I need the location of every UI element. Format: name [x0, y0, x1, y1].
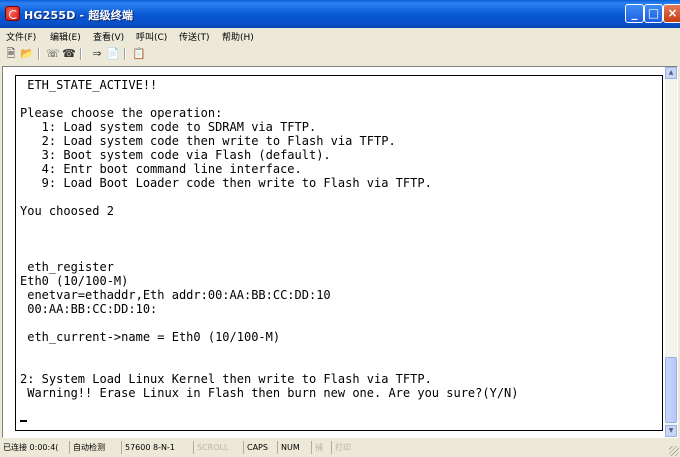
terminal-line: 2: Load system code then write to Flash …	[20, 134, 396, 148]
status-connection-time: 已连接 0:00:4(	[3, 443, 59, 452]
maximize-button[interactable]: □	[644, 4, 663, 23]
hyperterminal-app-icon[interactable]	[5, 6, 20, 21]
terminal-screen[interactable]: ETH_STATE_ACTIVE!! Please choose the ope…	[15, 75, 663, 431]
menu-edit[interactable]: 编辑(E)	[50, 30, 81, 43]
toolbar-separator	[38, 48, 40, 60]
new-icon[interactable]: 🗎	[4, 47, 18, 61]
menu-bar: 文件(F) 编辑(E) 查看(V) 呼叫(C) 传送(T) 帮助(H)	[0, 28, 680, 46]
receive-icon[interactable]: 📄	[106, 47, 120, 61]
window-title: HG255D - 超级终端	[24, 9, 134, 22]
terminal-line: 00:AA:BB:CC:DD:10:	[20, 302, 158, 316]
menu-transfer[interactable]: 传送(T)	[179, 30, 210, 43]
terminal-line: 3: Boot system code via Flash (default).	[20, 148, 331, 162]
resize-grip-icon[interactable]	[669, 446, 679, 456]
status-num: NUM	[277, 441, 303, 454]
status-port-settings: 57600 8-N-1	[121, 441, 178, 454]
terminal-line: enetvar=ethaddr,Eth addr:00:AA:BB:CC:DD:…	[20, 288, 331, 302]
call-icon[interactable]: ☎	[62, 47, 76, 61]
properties-icon[interactable]: 📋	[132, 47, 146, 61]
status-auto-detect: 自动检测	[69, 441, 108, 454]
status-bar: 已连接 0:00:4( 自动检测 57600 8-N-1 SCROLL CAPS…	[0, 439, 680, 457]
text-cursor	[20, 420, 27, 422]
terminal-area: ETH_STATE_ACTIVE!! Please choose the ope…	[2, 66, 678, 438]
scroll-up-arrow-icon[interactable]: ▲	[665, 67, 677, 79]
menu-view[interactable]: 查看(V)	[93, 30, 124, 43]
terminal-line: Please choose the operation:	[20, 106, 223, 120]
terminal-line: Eth0 (10/100-M)	[20, 274, 129, 288]
menu-call[interactable]: 呼叫(C)	[136, 30, 167, 43]
open-icon[interactable]: 📂	[20, 47, 34, 61]
title-bar: HG255D - 超级终端 _ □ ×	[0, 0, 680, 28]
terminal-line: 1: Load system code to SDRAM via TFTP.	[20, 120, 317, 134]
status-caps: CAPS	[243, 441, 271, 454]
vertical-scrollbar[interactable]: ▲ ▼	[665, 67, 677, 437]
status-print: 打印	[331, 441, 354, 454]
menu-help[interactable]: 帮助(H)	[222, 30, 254, 43]
scroll-down-arrow-icon[interactable]: ▼	[665, 425, 677, 437]
menu-file[interactable]: 文件(F)	[6, 30, 36, 43]
terminal-line: 4: Entr boot command line interface.	[20, 162, 302, 176]
terminal-line: 2: System Load Linux Kernel then write t…	[20, 372, 432, 386]
toolbar: 🗎 📂 ☏ ☎ ⇒ 📄 📋	[0, 46, 680, 64]
close-button[interactable]: ×	[663, 4, 680, 23]
status-capture: 捕	[311, 441, 326, 454]
toolbar-separator	[124, 48, 126, 60]
terminal-line: ETH_STATE_ACTIVE!!	[20, 78, 158, 92]
toolbar-separator	[80, 48, 82, 60]
minimize-button[interactable]: _	[625, 4, 644, 23]
terminal-line: eth_current->name = Eth0 (10/100-M)	[20, 330, 281, 344]
terminal-line: eth_register	[20, 260, 114, 274]
terminal-line: 9: Load Boot Loader code then write to F…	[20, 176, 432, 190]
terminal-line: Warning!! Erase Linux in Flash then burn…	[20, 386, 519, 400]
send-icon[interactable]: ⇒	[90, 47, 104, 61]
status-scroll: SCROLL	[193, 441, 231, 454]
scroll-thumb[interactable]	[665, 357, 677, 423]
terminal-line: You choosed 2	[20, 204, 114, 218]
disconnect-icon[interactable]: ☏	[46, 47, 60, 61]
